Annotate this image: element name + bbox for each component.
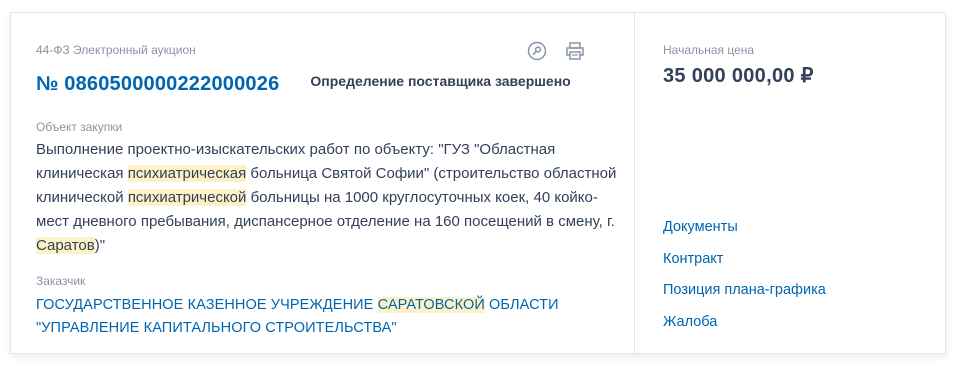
price-label: Начальная цена: [663, 43, 755, 57]
purchase-number-link[interactable]: № 0860500000222000026: [36, 73, 279, 96]
plan-position-link[interactable]: Позиция плана-графика: [663, 280, 826, 312]
documents-link[interactable]: Документы: [663, 217, 826, 249]
price-value: 35 000 000,00 ₽: [663, 65, 814, 87]
card-links: Документы Контракт Позиция плана-графика…: [663, 217, 826, 343]
search-key-icon[interactable]: [526, 40, 548, 62]
purchase-status: Определение поставщика завершено: [310, 73, 571, 89]
purchase-info: 44-ФЗ Электронный аукцион № 086050000022…: [11, 13, 634, 353]
search-highlight: психиатрическая: [127, 165, 247, 182]
search-highlight: САРАТОВСКОЙ: [377, 297, 485, 313]
contract-link[interactable]: Контракт: [663, 249, 826, 281]
number-row: № 0860500000222000026 Определение постав…: [36, 73, 634, 96]
card-actions: [526, 40, 586, 62]
object-label: Объект закупки: [36, 120, 123, 134]
customer-label: Заказчик: [36, 274, 86, 288]
object-text-part: )": [94, 237, 106, 254]
search-highlight: Саратов: [36, 237, 95, 254]
print-icon[interactable]: [564, 40, 586, 62]
customer-link[interactable]: ГОСУДАРСТВЕННОЕ КАЗЕННОЕ УЧРЕЖДЕНИЕ САРА…: [36, 294, 576, 340]
search-highlight: психиатрической: [127, 189, 247, 206]
complaint-link[interactable]: Жалоба: [663, 312, 826, 344]
customer-text-part: ГОСУДАРСТВЕННОЕ КАЗЕННОЕ УЧРЕЖДЕНИЕ: [36, 297, 378, 313]
price-column: Начальная цена 35 000 000,00 ₽ Документы…: [635, 13, 945, 353]
purchase-card: 44-ФЗ Электронный аукцион № 086050000022…: [10, 12, 946, 354]
object-description: Выполнение проектно-изыскательских работ…: [36, 138, 626, 258]
